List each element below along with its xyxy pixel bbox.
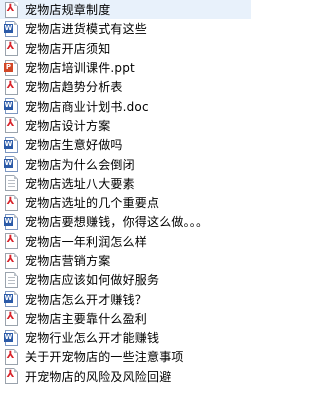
- file-name: 宠物店设计方案: [25, 118, 111, 133]
- doc-icon: W: [4, 213, 18, 230]
- pdf-icon: ⅄: [5, 117, 18, 134]
- doc-icon: W: [4, 98, 18, 115]
- file-name: 宠物店选址八大要素: [25, 176, 135, 191]
- pdf-icon: ⅄: [5, 368, 18, 385]
- file-name: 宠物店为什么会倒闭: [25, 157, 135, 172]
- list-item[interactable]: 宠物店选址八大要素: [0, 174, 251, 193]
- file-name: 宠物店怎么开才赚钱？: [25, 292, 148, 307]
- pdf-icon: ⅄: [5, 233, 18, 250]
- list-item[interactable]: W 宠物店进货模式有这些: [0, 19, 251, 38]
- doc-icon: W: [4, 291, 18, 308]
- list-item[interactable]: W 宠物店为什么会倒闭: [0, 154, 251, 173]
- doc-icon: W: [4, 136, 18, 153]
- list-item[interactable]: W 宠物店怎么开才赚钱？: [0, 289, 251, 308]
- list-item[interactable]: ⅄ 宠物店营销方案: [0, 251, 251, 270]
- text-icon: [5, 175, 18, 192]
- ppt-icon: P: [4, 59, 18, 76]
- list-item[interactable]: ⅄ 宠物店开店须知: [0, 39, 251, 58]
- file-name: 宠物店营销方案: [25, 254, 111, 268]
- file-name: 宠物行业怎么开才能赚钱: [25, 331, 160, 346]
- file-name: 宠物店选址的几个重要点: [25, 196, 160, 211]
- list-item[interactable]: 宠物店应该如何做好服务: [0, 270, 251, 289]
- file-name: 宠物店应该如何做好服务: [25, 273, 160, 288]
- file-name: 宠物店生意好做吗: [25, 138, 123, 153]
- text-icon: [5, 271, 18, 288]
- doc-icon: W: [4, 20, 18, 37]
- file-name: 宠物店培训课件.ppt: [25, 61, 135, 76]
- file-name: 宠物店进货模式有这些: [25, 22, 148, 37]
- list-item[interactable]: P 宠物店培训课件.ppt: [0, 58, 251, 77]
- pdf-icon: ⅄: [5, 194, 18, 211]
- list-item[interactable]: ⅄ 宠物店设计方案: [0, 116, 251, 135]
- file-name: 关于开宠物店的一些注意事项: [25, 350, 184, 365]
- pdf-icon: ⅄: [5, 40, 18, 57]
- file-list: ⅄ 宠物店规章制度 W 宠物店进货模式有这些 ⅄ 宠物店开店须知 P 宠物店培训课件.p…: [0, 0, 251, 404]
- pdf-icon: ⅄: [5, 348, 18, 365]
- list-item[interactable]: ⅄ 宠物店趋势分析表: [0, 77, 251, 96]
- list-item[interactable]: ⅄ 宠物店选址的几个重要点: [0, 193, 251, 212]
- pdf-icon: ⅄: [5, 252, 18, 269]
- file-name: 宠物店规章制度: [25, 3, 111, 18]
- list-item[interactable]: ⅄ 开宠物店的风险及风险回避: [0, 367, 251, 386]
- doc-icon: W: [4, 329, 18, 346]
- doc-icon: W: [4, 156, 18, 173]
- list-item[interactable]: ⅄ 宠物店规章制度: [0, 0, 251, 20]
- file-name: 宠物店要想赚钱，你得这么做。。。: [25, 215, 209, 230]
- list-item[interactable]: ⅄ 宠物店一年利润怎么样: [0, 232, 251, 251]
- file-name: 宠物店趋势分析表: [25, 80, 123, 95]
- file-name: 宠物店一年利润怎么样: [25, 234, 148, 249]
- list-item[interactable]: W 宠物店生意好做吗: [0, 135, 251, 154]
- list-item[interactable]: ⅄ 关于开宠物店的一些注意事项: [0, 347, 251, 366]
- list-item[interactable]: W 宠物店要想赚钱，你得这么做。。。: [0, 212, 251, 231]
- file-name: 宠物店开店须知: [25, 41, 111, 56]
- file-name: 宠物店商业计划书.doc: [25, 99, 149, 114]
- pdf-icon: ⅄: [5, 1, 18, 18]
- list-item[interactable]: W 宠物行业怎么开才能赚钱: [0, 328, 251, 347]
- list-item[interactable]: ⅄ 宠物店主要靠什么盈利: [0, 309, 251, 328]
- list-item[interactable]: W 宠物店商业计划书.doc: [0, 96, 251, 115]
- file-name: 宠物店主要靠什么盈利: [25, 311, 148, 326]
- pdf-icon: ⅄: [5, 78, 18, 95]
- pdf-icon: ⅄: [5, 310, 18, 327]
- file-name: 开宠物店的风险及风险回避: [25, 369, 172, 384]
